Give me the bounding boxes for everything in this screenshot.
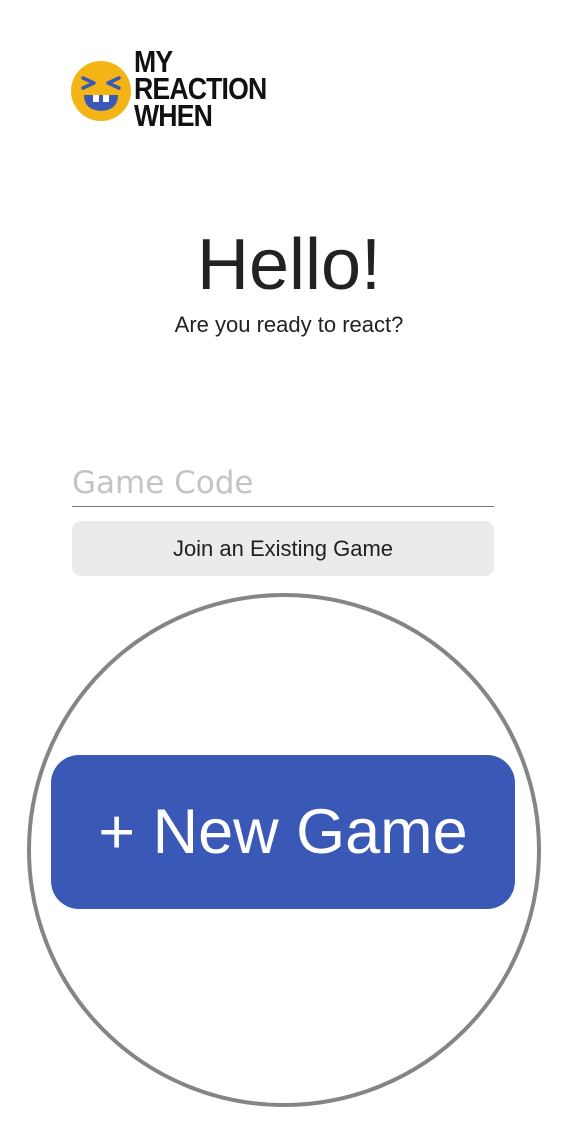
logo-wordmark: MY REACTION WHEN — [134, 46, 267, 133]
join-existing-game-button[interactable]: Join an Existing Game — [72, 521, 494, 576]
page-subtitle: Are you ready to react? — [174, 312, 404, 337]
page-title: Hello! — [196, 225, 382, 305]
new-game-button[interactable]: + New Game — [51, 755, 515, 909]
laughing-face-icon — [71, 61, 131, 121]
game-code-input[interactable] — [72, 460, 494, 507]
app-logo: MY REACTION WHEN — [70, 46, 270, 134]
logo-line-3: WHEN — [134, 98, 213, 133]
